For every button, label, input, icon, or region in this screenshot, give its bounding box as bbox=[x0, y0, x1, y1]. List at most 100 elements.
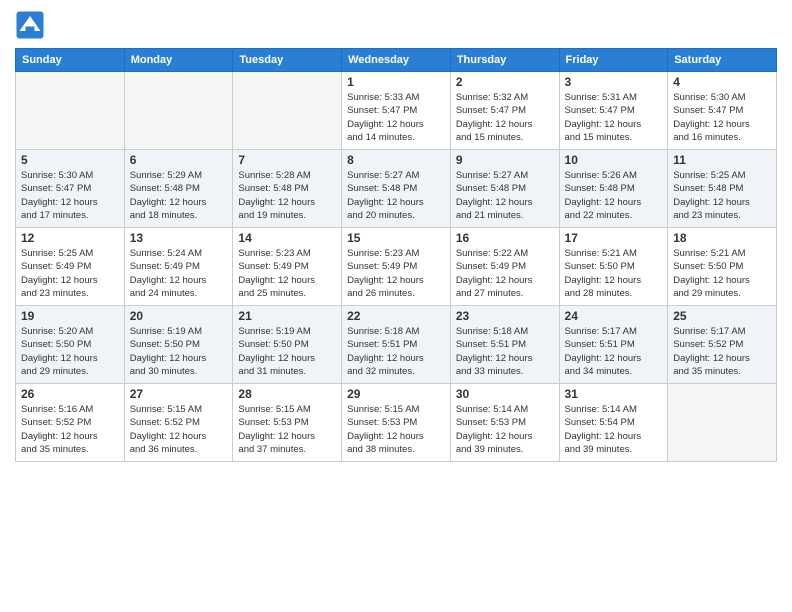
calendar-day-cell: 28 Sunrise: 5:15 AMSunset: 5:53 PMDayligh… bbox=[233, 384, 342, 462]
day-info: Sunrise: 5:30 AMSunset: 5:47 PMDaylight:… bbox=[673, 91, 771, 144]
day-info: Sunrise: 5:33 AMSunset: 5:47 PMDaylight:… bbox=[347, 91, 445, 144]
day-info: Sunrise: 5:23 AMSunset: 5:49 PMDaylight:… bbox=[238, 247, 336, 300]
calendar-day-cell: 20Sunrise: 5:19 AMSunset: 5:50 PMDayligh… bbox=[124, 306, 233, 384]
day-number: 13 bbox=[130, 231, 228, 245]
day-number: 15 bbox=[347, 231, 445, 245]
calendar-day-cell: 8 Sunrise: 5:27 AMSunset: 5:48 PMDaylight… bbox=[342, 150, 451, 228]
day-info: Sunrise: 5:30 AMSunset: 5:47 PMDaylight:… bbox=[21, 169, 119, 222]
calendar-day-cell: 18 Sunrise: 5:21 AMSunset: 5:50 PMDayligh… bbox=[668, 228, 777, 306]
day-number: 12 bbox=[21, 231, 119, 245]
calendar-day-cell: 4 Sunrise: 5:30 AMSunset: 5:47 PMDaylight… bbox=[668, 72, 777, 150]
calendar-day-cell: 10Sunrise: 5:26 AMSunset: 5:48 PMDayligh… bbox=[559, 150, 668, 228]
day-info: Sunrise: 5:25 AMSunset: 5:49 PMDaylight:… bbox=[21, 247, 119, 300]
calendar-day-cell: 17 Sunrise: 5:21 AMSunset: 5:50 PMDayligh… bbox=[559, 228, 668, 306]
calendar-table: SundayMondayTuesdayWednesdayThursdayFrid… bbox=[15, 48, 777, 462]
day-number: 4 bbox=[673, 75, 771, 89]
day-number: 25 bbox=[673, 309, 771, 323]
day-number: 27 bbox=[130, 387, 228, 401]
weekday-header-row: SundayMondayTuesdayWednesdayThursdayFrid… bbox=[16, 49, 777, 72]
day-info: Sunrise: 5:27 AMSunset: 5:48 PMDaylight:… bbox=[347, 169, 445, 222]
weekday-header-thursday: Thursday bbox=[450, 49, 559, 72]
calendar-week-row: 12 Sunrise: 5:25 AMSunset: 5:49 PMDayligh… bbox=[16, 228, 777, 306]
page-container: SundayMondayTuesdayWednesdayThursdayFrid… bbox=[0, 0, 792, 472]
day-info: Sunrise: 5:32 AMSunset: 5:47 PMDaylight:… bbox=[456, 91, 554, 144]
day-info: Sunrise: 5:15 AMSunset: 5:53 PMDaylight:… bbox=[347, 403, 445, 456]
day-number: 29 bbox=[347, 387, 445, 401]
header bbox=[15, 10, 777, 40]
day-info: Sunrise: 5:19 AMSunset: 5:50 PMDaylight:… bbox=[238, 325, 336, 378]
day-info: Sunrise: 5:18 AMSunset: 5:51 PMDaylight:… bbox=[456, 325, 554, 378]
calendar-day-cell bbox=[124, 72, 233, 150]
calendar-day-cell: 24 Sunrise: 5:17 AMSunset: 5:51 PMDayligh… bbox=[559, 306, 668, 384]
calendar-day-cell: 5 Sunrise: 5:30 AMSunset: 5:47 PMDaylight… bbox=[16, 150, 125, 228]
calendar-day-cell: 15 Sunrise: 5:23 AMSunset: 5:49 PMDayligh… bbox=[342, 228, 451, 306]
day-info: Sunrise: 5:18 AMSunset: 5:51 PMDaylight:… bbox=[347, 325, 445, 378]
day-info: Sunrise: 5:26 AMSunset: 5:48 PMDaylight:… bbox=[565, 169, 663, 222]
day-number: 30 bbox=[456, 387, 554, 401]
day-number: 26 bbox=[21, 387, 119, 401]
day-info: Sunrise: 5:21 AMSunset: 5:50 PMDaylight:… bbox=[565, 247, 663, 300]
calendar-day-cell: 29 Sunrise: 5:15 AMSunset: 5:53 PMDayligh… bbox=[342, 384, 451, 462]
weekday-header-tuesday: Tuesday bbox=[233, 49, 342, 72]
calendar-day-cell: 25Sunrise: 5:17 AMSunset: 5:52 PMDayligh… bbox=[668, 306, 777, 384]
day-info: Sunrise: 5:19 AMSunset: 5:50 PMDaylight:… bbox=[130, 325, 228, 378]
calendar-week-row: 1 Sunrise: 5:33 AMSunset: 5:47 PMDaylight… bbox=[16, 72, 777, 150]
day-info: Sunrise: 5:22 AMSunset: 5:49 PMDaylight:… bbox=[456, 247, 554, 300]
day-info: Sunrise: 5:16 AMSunset: 5:52 PMDaylight:… bbox=[21, 403, 119, 456]
day-number: 24 bbox=[565, 309, 663, 323]
day-number: 31 bbox=[565, 387, 663, 401]
calendar-day-cell: 7 Sunrise: 5:28 AMSunset: 5:48 PMDaylight… bbox=[233, 150, 342, 228]
day-number: 5 bbox=[21, 153, 119, 167]
calendar-day-cell bbox=[233, 72, 342, 150]
weekday-header-sunday: Sunday bbox=[16, 49, 125, 72]
calendar-day-cell: 2Sunrise: 5:32 AMSunset: 5:47 PMDaylight… bbox=[450, 72, 559, 150]
calendar-day-cell: 1 Sunrise: 5:33 AMSunset: 5:47 PMDaylight… bbox=[342, 72, 451, 150]
calendar-day-cell: 30 Sunrise: 5:14 AMSunset: 5:53 PMDayligh… bbox=[450, 384, 559, 462]
day-info: Sunrise: 5:31 AMSunset: 5:47 PMDaylight:… bbox=[565, 91, 663, 144]
calendar-day-cell: 19Sunrise: 5:20 AMSunset: 5:50 PMDayligh… bbox=[16, 306, 125, 384]
calendar-day-cell bbox=[16, 72, 125, 150]
day-number: 16 bbox=[456, 231, 554, 245]
day-info: Sunrise: 5:21 AMSunset: 5:50 PMDaylight:… bbox=[673, 247, 771, 300]
logo bbox=[15, 10, 48, 40]
weekday-header-monday: Monday bbox=[124, 49, 233, 72]
day-info: Sunrise: 5:23 AMSunset: 5:49 PMDaylight:… bbox=[347, 247, 445, 300]
weekday-header-friday: Friday bbox=[559, 49, 668, 72]
calendar-day-cell: 31 Sunrise: 5:14 AMSunset: 5:54 PMDayligh… bbox=[559, 384, 668, 462]
day-info: Sunrise: 5:15 AMSunset: 5:52 PMDaylight:… bbox=[130, 403, 228, 456]
day-number: 11 bbox=[673, 153, 771, 167]
day-number: 23 bbox=[456, 309, 554, 323]
day-number: 28 bbox=[238, 387, 336, 401]
day-info: Sunrise: 5:15 AMSunset: 5:53 PMDaylight:… bbox=[238, 403, 336, 456]
day-info: Sunrise: 5:17 AMSunset: 5:51 PMDaylight:… bbox=[565, 325, 663, 378]
calendar-day-cell: 21 Sunrise: 5:19 AMSunset: 5:50 PMDayligh… bbox=[233, 306, 342, 384]
day-number: 8 bbox=[347, 153, 445, 167]
day-number: 21 bbox=[238, 309, 336, 323]
calendar-day-cell: 23 Sunrise: 5:18 AMSunset: 5:51 PMDayligh… bbox=[450, 306, 559, 384]
logo-icon bbox=[15, 10, 45, 40]
day-number: 7 bbox=[238, 153, 336, 167]
day-number: 1 bbox=[347, 75, 445, 89]
calendar-day-cell: 9Sunrise: 5:27 AMSunset: 5:48 PMDaylight… bbox=[450, 150, 559, 228]
calendar-day-cell: 3Sunrise: 5:31 AMSunset: 5:47 PMDaylight… bbox=[559, 72, 668, 150]
calendar-week-row: 26 Sunrise: 5:16 AMSunset: 5:52 PMDayligh… bbox=[16, 384, 777, 462]
day-info: Sunrise: 5:24 AMSunset: 5:49 PMDaylight:… bbox=[130, 247, 228, 300]
day-info: Sunrise: 5:28 AMSunset: 5:48 PMDaylight:… bbox=[238, 169, 336, 222]
calendar-day-cell: 22 Sunrise: 5:18 AMSunset: 5:51 PMDayligh… bbox=[342, 306, 451, 384]
weekday-header-wednesday: Wednesday bbox=[342, 49, 451, 72]
day-info: Sunrise: 5:14 AMSunset: 5:53 PMDaylight:… bbox=[456, 403, 554, 456]
day-number: 6 bbox=[130, 153, 228, 167]
calendar-week-row: 19Sunrise: 5:20 AMSunset: 5:50 PMDayligh… bbox=[16, 306, 777, 384]
day-number: 17 bbox=[565, 231, 663, 245]
day-number: 19 bbox=[21, 309, 119, 323]
calendar-day-cell: 16 Sunrise: 5:22 AMSunset: 5:49 PMDayligh… bbox=[450, 228, 559, 306]
day-number: 18 bbox=[673, 231, 771, 245]
day-number: 22 bbox=[347, 309, 445, 323]
calendar-day-cell: 6Sunrise: 5:29 AMSunset: 5:48 PMDaylight… bbox=[124, 150, 233, 228]
day-info: Sunrise: 5:14 AMSunset: 5:54 PMDaylight:… bbox=[565, 403, 663, 456]
day-number: 14 bbox=[238, 231, 336, 245]
calendar-day-cell: 12 Sunrise: 5:25 AMSunset: 5:49 PMDayligh… bbox=[16, 228, 125, 306]
calendar-day-cell: 27 Sunrise: 5:15 AMSunset: 5:52 PMDayligh… bbox=[124, 384, 233, 462]
calendar-day-cell: 11Sunrise: 5:25 AMSunset: 5:48 PMDayligh… bbox=[668, 150, 777, 228]
calendar-day-cell: 14 Sunrise: 5:23 AMSunset: 5:49 PMDayligh… bbox=[233, 228, 342, 306]
